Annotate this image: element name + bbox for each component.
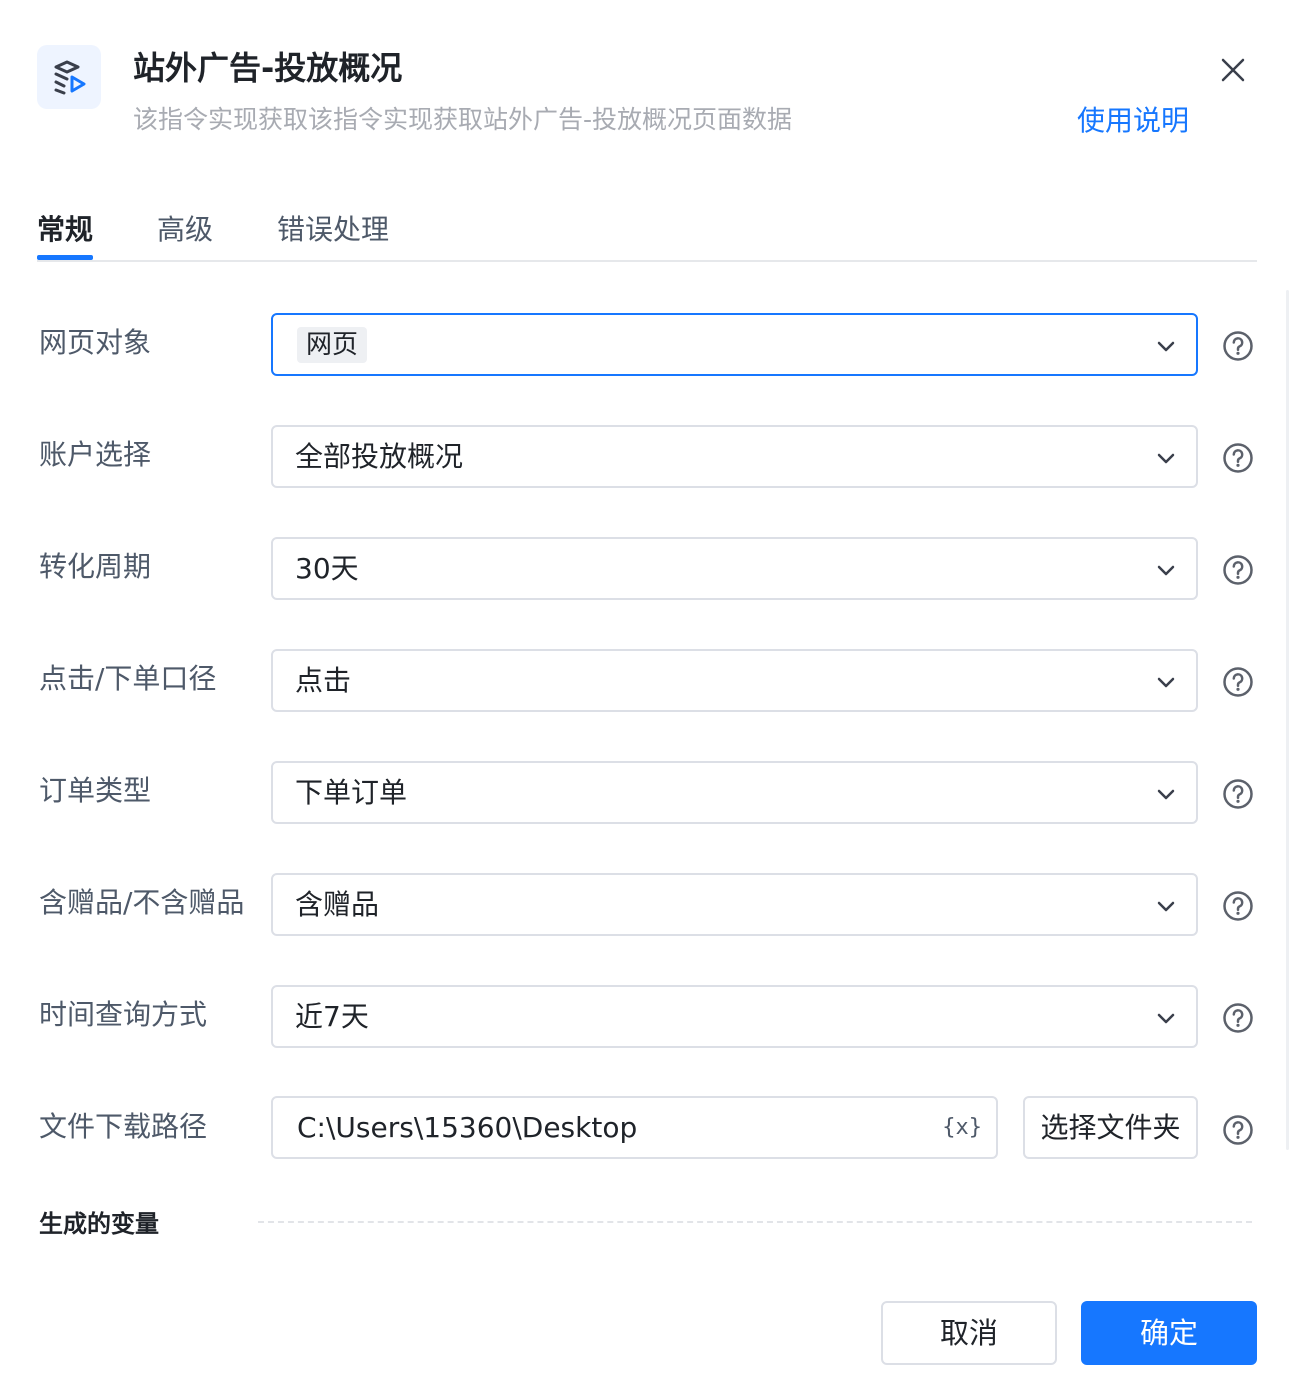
gift-select[interactable]: 含赠品 [271,873,1198,936]
account-select[interactable]: 全部投放概况 [271,425,1198,488]
click-order-select[interactable]: 点击 [271,649,1198,712]
tab-error-handling[interactable]: 错误处理 [277,210,389,250]
time-query-label: 时间查询方式 [39,998,208,1031]
help-icon[interactable] [1222,890,1254,922]
dialog-title: 站外广告-投放概况 [133,49,403,87]
gift-label: 含赠品/不含赠品 [39,886,245,919]
close-button[interactable] [1215,52,1251,88]
help-icon[interactable] [1222,330,1254,362]
variable-insert-icon[interactable]: {x} [942,1115,982,1140]
chevron-down-icon [1157,1013,1175,1024]
select-folder-button[interactable]: 选择文件夹 [1023,1096,1198,1159]
dialog-subtitle: 该指令实现获取该指令实现获取站外广告-投放概况页面数据 [133,105,793,134]
cancel-button[interactable]: 取消 [881,1301,1057,1365]
time-query-value: 近7天 [295,1000,369,1033]
click-order-label: 点击/下单口径 [39,662,217,695]
download-path-value: C:\Users\15360\Desktop [297,1111,638,1144]
order-type-select[interactable]: 下单订单 [271,761,1198,824]
usage-guide-link[interactable]: 使用说明 [1077,102,1189,140]
account-value: 全部投放概况 [295,440,464,473]
help-icon[interactable] [1222,554,1254,586]
help-icon[interactable] [1222,442,1254,474]
generated-variables-title: 生成的变量 [39,1210,159,1238]
gift-value: 含赠品 [295,888,380,921]
stack-play-icon [54,60,86,95]
scrollbar[interactable] [1286,290,1289,1150]
order-type-label: 订单类型 [39,774,152,807]
account-label: 账户选择 [39,438,152,471]
active-tab-indicator [37,255,93,260]
conversion-period-select[interactable]: 30天 [271,537,1198,600]
close-icon [1221,58,1245,82]
tab-general[interactable]: 常规 [37,210,93,250]
chevron-down-icon [1157,565,1175,576]
web-object-label: 网页对象 [39,326,152,359]
chevron-down-icon [1157,789,1175,800]
tab-bar: 常规 高级 错误处理 [37,200,1257,262]
download-path-input[interactable]: C:\Users\15360\Desktop {x} [271,1096,998,1159]
web-object-select[interactable]: 网页 [271,313,1198,376]
conversion-period-value: 30天 [295,552,359,585]
conversion-period-label: 转化周期 [39,550,152,583]
download-path-label: 文件下载路径 [39,1110,208,1143]
help-icon[interactable] [1222,666,1254,698]
chevron-down-icon [1157,453,1175,464]
help-icon[interactable] [1222,1114,1254,1146]
app-icon [37,45,101,109]
click-order-value: 点击 [295,664,352,697]
chevron-down-icon [1157,901,1175,912]
help-icon[interactable] [1222,778,1254,810]
confirm-button[interactable]: 确定 [1081,1301,1257,1365]
help-icon[interactable] [1222,1002,1254,1034]
chevron-down-icon [1157,677,1175,688]
chevron-down-icon [1157,341,1175,352]
time-query-select[interactable]: 近7天 [271,985,1198,1048]
tab-advanced[interactable]: 高级 [157,210,213,250]
order-type-value: 下单订单 [295,776,408,809]
web-object-tag: 网页 [297,327,368,363]
section-divider [258,1221,1252,1223]
